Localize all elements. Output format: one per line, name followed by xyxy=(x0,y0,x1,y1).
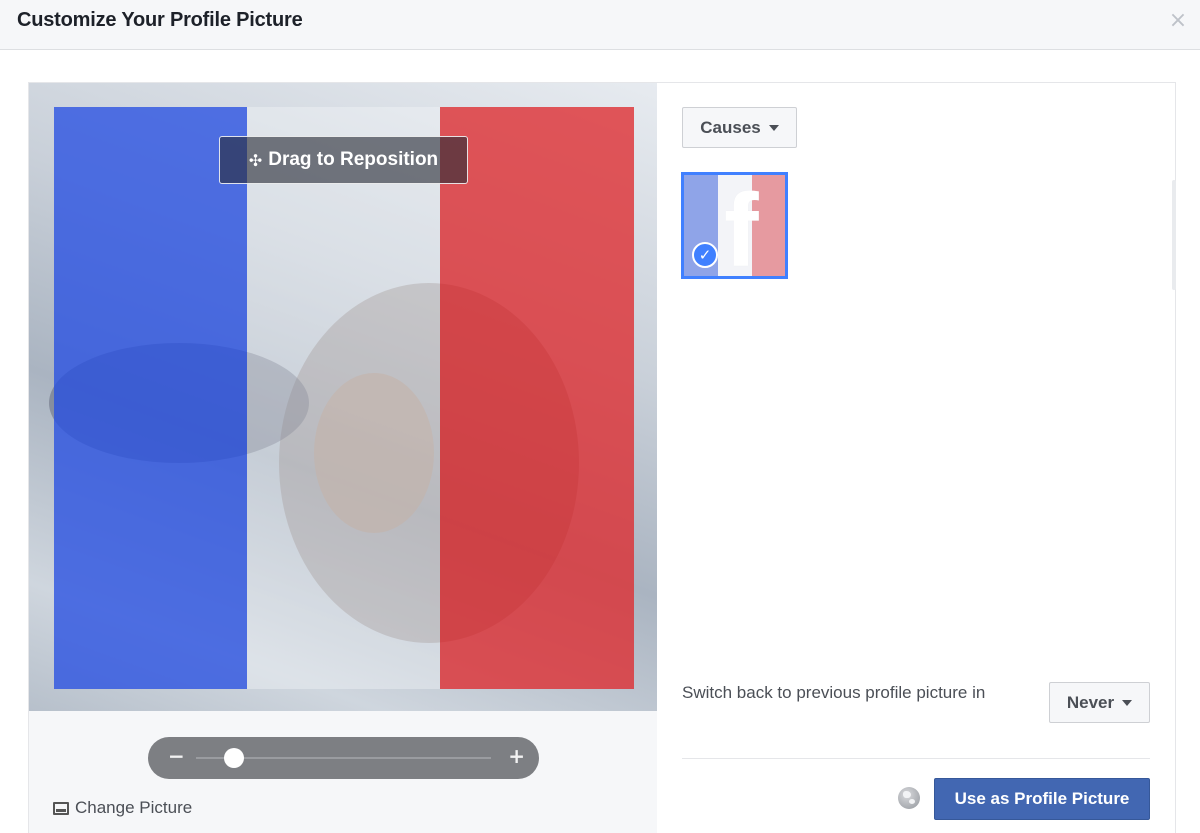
photo-icon xyxy=(53,801,69,815)
switch-back-label: Switch back to previous profile picture … xyxy=(682,683,986,702)
move-icon: ✣ xyxy=(248,150,263,170)
globe-icon[interactable] xyxy=(898,787,920,809)
frames-scrollbar[interactable] xyxy=(1172,180,1176,290)
change-picture-link[interactable]: Change Picture xyxy=(53,798,192,818)
switch-back-dropdown[interactable]: Never xyxy=(1049,682,1150,723)
zoom-handle[interactable] xyxy=(224,748,245,768)
drag-label-text: Drag to Reposition xyxy=(268,149,439,170)
causes-dropdown[interactable]: Causes xyxy=(682,107,797,148)
checkmark-icon: ✓ xyxy=(692,242,718,268)
flag-overlay-white xyxy=(247,107,440,689)
flag-overlay-blue xyxy=(54,107,247,689)
change-picture-label: Change Picture xyxy=(75,798,193,817)
causes-dropdown-label: Causes xyxy=(700,117,761,137)
flag-overlay-red xyxy=(440,107,634,689)
chevron-down-icon xyxy=(768,124,779,131)
drag-to-reposition-label[interactable]: ✣ Drag to Reposition xyxy=(219,136,468,184)
zoom-slider[interactable]: − + xyxy=(148,737,539,779)
use-as-profile-picture-button[interactable]: Use as Profile Picture xyxy=(934,778,1150,820)
footer-divider xyxy=(682,758,1150,759)
zoom-out-icon[interactable]: − xyxy=(168,744,185,768)
facebook-logo-icon: f xyxy=(724,173,759,279)
switch-back-value: Never xyxy=(1066,692,1115,712)
frame-thumbnail-selected[interactable]: f ✓ xyxy=(681,172,788,279)
chevron-down-icon xyxy=(1122,699,1133,706)
close-icon[interactable]: × xyxy=(1168,10,1188,32)
dialog-title: Customize Your Profile Picture xyxy=(17,9,303,31)
zoom-in-icon[interactable]: + xyxy=(508,744,525,768)
dialog-header: Customize Your Profile Picture × xyxy=(0,0,1200,50)
